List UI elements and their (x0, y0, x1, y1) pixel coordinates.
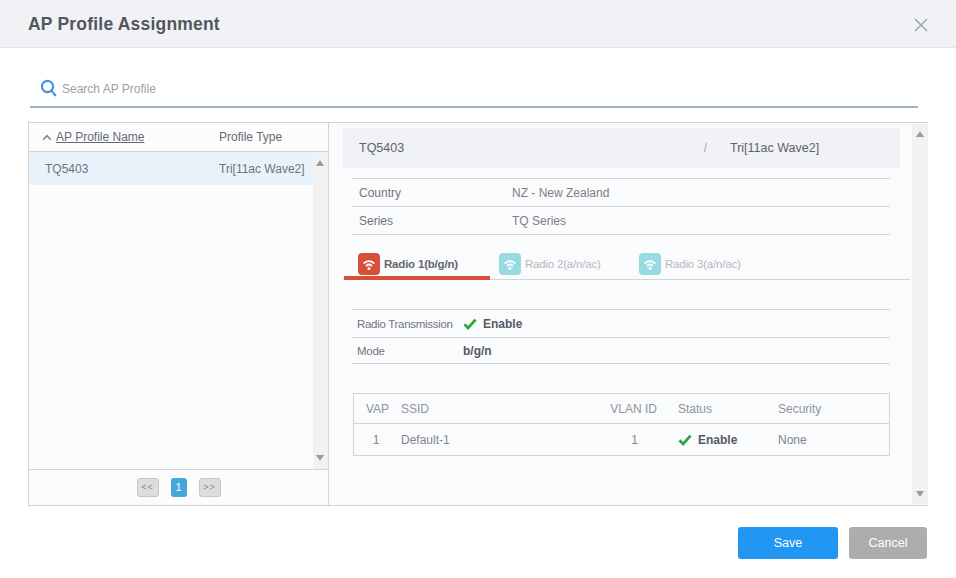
pagination-next-button[interactable]: >> (199, 478, 221, 497)
field-row-series: Series TQ Series (352, 207, 890, 235)
pagination: << 1 >> (29, 470, 328, 504)
dialog-header: AP Profile Assignment (0, 0, 956, 48)
field-row-country: Country NZ - New Zealand (352, 179, 890, 207)
vap-table: VAP SSID VLAN ID Status Security 1 Defau… (353, 393, 890, 456)
radio-fields: Radio Transmission Enable Mode b/g/n (352, 309, 890, 364)
tab-radio-2-label: Radio 2(a/n/ac) (525, 258, 601, 270)
profile-row-type: Tri[11ac Wave2] (219, 162, 305, 176)
scroll-up-icon[interactable] (916, 131, 924, 137)
tab-radio-1[interactable]: Radio 1(b/g/n) (358, 253, 458, 275)
profile-list-panel: AP Profile Name Profile Type TQ5403 Tri[… (28, 122, 329, 506)
search-icon (40, 79, 58, 99)
vap-table-row[interactable]: 1 Default-1 1 Enable None (354, 424, 889, 455)
profile-list-scrollbar[interactable] (313, 152, 328, 469)
tab-radio-3[interactable]: Radio 3(a/n/ac) (639, 253, 741, 275)
profile-list-header: AP Profile Name Profile Type (29, 123, 328, 152)
sort-asc-icon (42, 134, 52, 141)
vap-table-header: VAP SSID VLAN ID Status Security (354, 394, 889, 424)
search-underline (30, 106, 918, 108)
detail-scrollbar[interactable] (912, 124, 928, 504)
detail-separator: / (704, 141, 707, 155)
cancel-button[interactable]: Cancel (849, 527, 927, 559)
pagination-prev-button[interactable]: << (137, 478, 159, 497)
profile-row-name: TQ5403 (45, 162, 88, 176)
detail-profile-name: TQ5403 (359, 141, 704, 155)
check-icon (678, 434, 692, 446)
field-row-radio-transmission: Radio Transmission Enable (352, 310, 890, 338)
field-row-mode: Mode b/g/n (352, 338, 890, 364)
tab-radio-1-label: Radio 1(b/g/n) (384, 258, 458, 270)
wifi-icon-radio-2 (499, 253, 521, 275)
wifi-icon-radio-1 (358, 253, 380, 275)
column-header-ap-profile-name[interactable]: AP Profile Name (42, 130, 144, 144)
dialog-title: AP Profile Assignment (28, 0, 220, 48)
detail-fields: Country NZ - New Zealand Series TQ Serie… (352, 178, 890, 235)
scroll-down-icon[interactable] (316, 455, 324, 461)
check-icon (463, 318, 477, 330)
detail-title-band: TQ5403 / Tri[11ac Wave2] (343, 128, 900, 168)
tab-radio-2[interactable]: Radio 2(a/n/ac) (499, 253, 601, 275)
detail-profile-type: Tri[11ac Wave2] (730, 141, 900, 155)
ap-profile-assignment-dialog: AP Profile Assignment AP Profile Name Pr… (0, 0, 956, 578)
column-header-profile-type[interactable]: Profile Type (219, 130, 282, 144)
tab-radio-3-label: Radio 3(a/n/ac) (665, 258, 741, 270)
active-tab-underline (344, 276, 490, 280)
save-button[interactable]: Save (738, 527, 838, 559)
profile-detail-panel: TQ5403 / Tri[11ac Wave2] Country NZ - Ne… (329, 122, 928, 506)
profile-row-selected[interactable]: TQ5403 Tri[11ac Wave2] (29, 152, 313, 185)
close-icon[interactable] (912, 16, 930, 34)
scroll-up-icon[interactable] (316, 160, 324, 166)
profile-list-body: TQ5403 Tri[11ac Wave2] (29, 152, 328, 470)
wifi-icon-radio-3 (639, 253, 661, 275)
pagination-current-page[interactable]: 1 (171, 478, 187, 497)
scroll-down-icon[interactable] (916, 491, 924, 497)
search-input[interactable] (62, 78, 902, 100)
